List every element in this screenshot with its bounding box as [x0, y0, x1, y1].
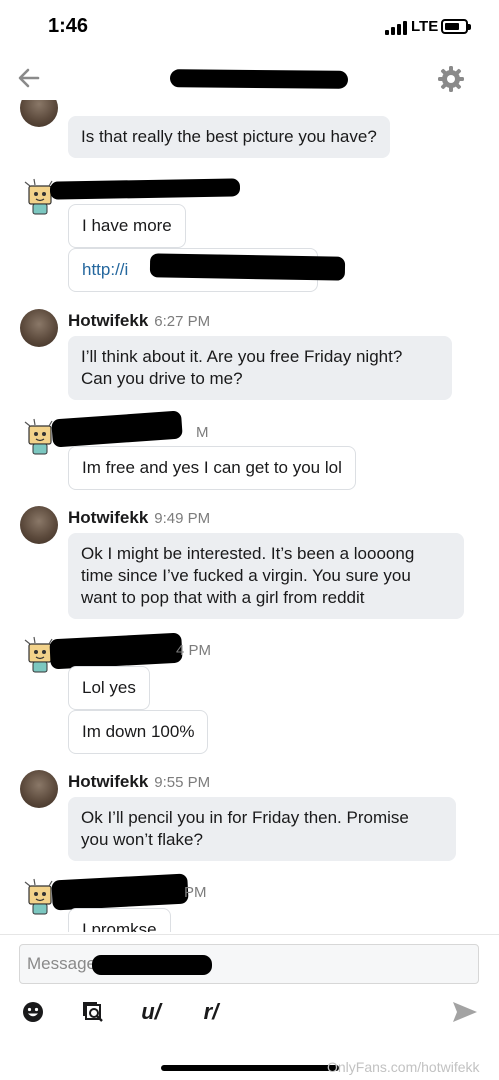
- message-bubble: I promkse: [68, 908, 171, 932]
- message-bubble: Im down 100%: [68, 710, 209, 754]
- message-input[interactable]: [19, 944, 479, 984]
- message-text: Im down 100%: [82, 722, 195, 741]
- message-time: 9:55 PM: [154, 774, 211, 791]
- message-bubble: Lol yes: [68, 666, 150, 710]
- signal-strength-icon: [385, 21, 409, 35]
- message-line: Can you drive to me?: [81, 369, 243, 388]
- status-time: 1:46: [48, 15, 89, 37]
- snoo-avatar-icon[interactable]: [22, 418, 56, 456]
- sender-line: Hotwifekk 9:49 PM: [68, 508, 210, 528]
- subreddit-mention-label: r/: [203, 999, 219, 1024]
- battery-icon: [441, 19, 471, 34]
- link-redacted: [149, 253, 346, 281]
- message-bubble: I’ll think about it. Are you free Friday…: [68, 336, 452, 400]
- watermark: OnlyFans.com/hotwifekk: [327, 1059, 480, 1075]
- username-redacted: [49, 632, 183, 670]
- image-search-icon: [83, 1002, 103, 1022]
- network-label: LTE: [411, 18, 439, 35]
- message-line: I’ll think about it. Are you free Friday…: [81, 347, 403, 366]
- sender-name[interactable]: Hotwifekk: [68, 508, 148, 527]
- avatar[interactable]: [20, 770, 58, 808]
- chat-title-redacted: [169, 69, 349, 89]
- chat-header: [0, 56, 499, 102]
- message-composer: u/ r/ OnlyFans.com/hotwifekk: [0, 934, 499, 1080]
- message-bubble: Ok I’ll pencil you in for Friday then. P…: [68, 797, 456, 861]
- avatar[interactable]: [20, 506, 58, 544]
- message-text: Is that really the best picture you have…: [81, 127, 377, 146]
- message-text: Lol yes: [82, 678, 136, 697]
- message-time: 4 PM: [176, 642, 212, 659]
- message-time: PM: [184, 884, 207, 901]
- message-text: I promkse: [82, 920, 157, 932]
- sender-name[interactable]: Hotwifekk: [68, 311, 148, 330]
- message-line: Ok I might be interested. It’s been a lo…: [81, 544, 415, 563]
- message-time: 6:27 PM: [154, 313, 211, 330]
- home-indicator: [161, 1065, 339, 1071]
- gear-icon[interactable]: [437, 65, 465, 93]
- message-bubble: Im free and yes I can get to you lol: [68, 446, 356, 490]
- send-icon: [453, 1002, 477, 1022]
- avatar[interactable]: [20, 100, 58, 127]
- message-text: Im free and yes I can get to you lol: [82, 458, 342, 477]
- back-arrow-icon[interactable]: [16, 65, 42, 91]
- sender-name[interactable]: Hotwifekk: [68, 772, 148, 791]
- message-text: I have more: [82, 216, 172, 235]
- sender-line: Hotwifekk 9:55 PM: [68, 772, 210, 792]
- username-redacted: [49, 178, 241, 200]
- message-bubble: I have more: [68, 204, 186, 248]
- message-bubble: Ok I might be interested. It’s been a lo…: [68, 533, 464, 619]
- sender-line: Hotwifekk 6:27 PM: [68, 311, 210, 331]
- username-redacted: [51, 410, 183, 448]
- message-bubble: Is that really the best picture you have…: [68, 116, 390, 158]
- emoji-button[interactable]: [20, 999, 46, 1025]
- avatar[interactable]: [20, 309, 58, 347]
- message-time: 9:49 PM: [154, 510, 211, 527]
- subreddit-mention-button[interactable]: r/: [198, 999, 224, 1025]
- emoji-icon: [23, 1002, 43, 1022]
- input-redacted: [92, 955, 212, 975]
- image-button[interactable]: [80, 999, 106, 1025]
- message-time: M: [196, 424, 209, 441]
- send-button[interactable]: [450, 999, 480, 1025]
- snoo-avatar-icon[interactable]: [22, 878, 56, 916]
- message-line: time since I’ve fucked a virgin. You sur…: [81, 566, 411, 585]
- message-line: you won’t flake?: [81, 830, 203, 849]
- message-link[interactable]: http://i: [82, 260, 128, 279]
- user-mention-button[interactable]: u/: [138, 999, 164, 1025]
- message-list[interactable]: Is that really the best picture you have…: [0, 100, 499, 932]
- username-redacted: [51, 873, 189, 911]
- message-line: want to pop that with a girl from reddit: [81, 588, 365, 607]
- status-bar: 1:46 LTE: [0, 0, 499, 56]
- message-line: Ok I’ll pencil you in for Friday then. P…: [81, 808, 409, 827]
- user-mention-label: u/: [141, 999, 161, 1024]
